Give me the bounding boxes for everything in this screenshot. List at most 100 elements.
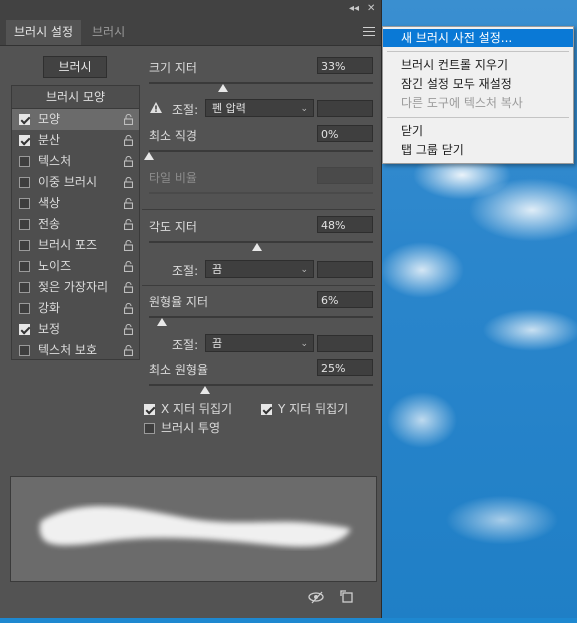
option-checkbox[interactable] (19, 198, 30, 209)
min-diameter-slider-thumb[interactable] (144, 152, 154, 160)
brush-projection-checkbox[interactable]: 브러시 투영 (144, 419, 220, 436)
brush-option-item[interactable]: 전송 (12, 214, 139, 235)
option-checkbox[interactable] (19, 219, 30, 230)
menu-separator (387, 117, 569, 118)
min-diameter-label: 최소 직경 (149, 129, 197, 143)
lock-icon[interactable] (124, 114, 133, 125)
size-control-label: 조절: (172, 103, 199, 117)
option-checkbox[interactable] (19, 261, 30, 272)
tilt-scale-label: 타일 비율 (149, 171, 197, 185)
size-control-value: 펜 압력 (212, 102, 246, 115)
flip-x-checkbox[interactable]: X 지터 뒤집기 (144, 400, 232, 417)
warning-icon (150, 102, 162, 113)
toggle-live-tip-preview-icon[interactable] (307, 590, 325, 604)
roundness-control-select[interactable]: 끔 ⌄ (205, 334, 314, 352)
brush-option-item[interactable]: 이중 브러시 (12, 172, 139, 193)
lock-icon[interactable] (124, 282, 133, 293)
brush-option-item[interactable]: 젖은 가장자리 (12, 277, 139, 298)
roundness-jitter-track[interactable] (149, 316, 373, 318)
roundness-control-input[interactable] (317, 335, 373, 352)
panel-context-menu: 새 브러시 사전 설정... 브러시 컨트롤 지우기 잠긴 설정 모두 재설정 … (382, 26, 574, 164)
panel-title-bar[interactable]: ◂◂ ✕ (0, 0, 381, 20)
tab-brush-settings[interactable]: 브러시 설정 (6, 20, 82, 45)
option-label: 이중 브러시 (38, 175, 98, 189)
tilt-scale-track (149, 192, 373, 194)
brush-tip-shape-item[interactable]: 브러시 모양 (12, 86, 139, 109)
option-checkbox[interactable] (19, 282, 30, 293)
menu-item-reset-all-locked-settings[interactable]: 잠긴 설정 모두 재설정 (383, 75, 573, 93)
menu-item-new-brush-preset[interactable]: 새 브러시 사전 설정... (383, 29, 573, 47)
roundness-jitter-slider-thumb[interactable] (157, 318, 168, 326)
flip-y-checkbox[interactable]: Y 지터 뒤집기 (261, 400, 348, 417)
option-checkbox[interactable] (19, 324, 30, 335)
flip-x-checkbox-box[interactable] (144, 404, 155, 415)
flip-y-checkbox-box[interactable] (261, 404, 272, 415)
option-checkbox[interactable] (19, 303, 30, 314)
angle-control-label: 조절: (172, 264, 199, 278)
brush-option-item[interactable]: 강화 (12, 298, 139, 319)
menu-item-clear-brush-controls[interactable]: 브러시 컨트롤 지우기 (383, 56, 573, 74)
option-checkbox[interactable] (19, 114, 30, 125)
angle-jitter-value[interactable]: 48% (317, 216, 373, 233)
tilt-scale-value (317, 167, 373, 184)
option-label: 분산 (38, 133, 61, 147)
panel-menu-icon[interactable] (363, 24, 375, 39)
lock-icon[interactable] (124, 240, 133, 251)
option-checkbox[interactable] (19, 345, 30, 356)
roundness-jitter-value[interactable]: 6% (317, 291, 373, 308)
brush-option-item[interactable]: 텍스처 (12, 151, 139, 172)
size-control-select[interactable]: 펜 압력 ⌄ (205, 99, 314, 117)
section-divider (142, 285, 375, 286)
min-roundness-track[interactable] (149, 384, 373, 386)
lock-icon[interactable] (124, 198, 133, 209)
option-checkbox[interactable] (19, 156, 30, 167)
size-jitter-value[interactable]: 33% (317, 57, 373, 74)
option-label: 텍스처 보호 (38, 343, 98, 357)
angle-control-input[interactable] (317, 261, 373, 278)
brush-option-item[interactable]: 분산 (12, 130, 139, 151)
min-roundness-slider-thumb[interactable] (200, 386, 210, 394)
lock-icon[interactable] (124, 345, 133, 356)
brush-option-item[interactable]: 색상 (12, 193, 139, 214)
lock-icon[interactable] (124, 177, 133, 188)
lock-icon[interactable] (124, 156, 133, 167)
create-new-brush-icon[interactable] (340, 590, 354, 604)
option-checkbox[interactable] (19, 135, 30, 146)
collapse-double-chevron-icon[interactable]: ◂◂ (349, 3, 359, 14)
brush-projection-checkbox-box[interactable] (144, 423, 155, 434)
option-checkbox[interactable] (19, 240, 30, 251)
size-jitter-label: 크기 지터 (149, 61, 197, 75)
brush-stroke-preview (10, 476, 377, 582)
size-jitter-slider-thumb[interactable] (217, 84, 228, 92)
min-diameter-track[interactable] (149, 150, 373, 152)
lock-icon[interactable] (124, 135, 133, 146)
lock-icon[interactable] (124, 261, 133, 272)
brush-option-item[interactable]: 모양 (12, 109, 139, 130)
min-roundness-value[interactable]: 25% (317, 359, 373, 376)
menu-item-close-tab-group[interactable]: 탭 그룹 닫기 (383, 141, 573, 159)
min-roundness-label: 최소 원형율 (149, 363, 209, 377)
min-diameter-value[interactable]: 0% (317, 125, 373, 142)
tab-brush[interactable]: 브러시 (84, 20, 133, 45)
lock-icon[interactable] (124, 219, 133, 230)
option-label: 보정 (38, 322, 61, 336)
angle-jitter-slider-thumb[interactable] (251, 243, 262, 251)
brush-option-item[interactable]: 보정 (12, 319, 139, 340)
brush-tip-list: 브러시 모양 모양분산텍스처이중 브러시색상 전송브러시 포즈노이즈젖은 가장자리… (11, 85, 140, 360)
option-label: 브러시 포즈 (38, 238, 98, 252)
angle-control-select[interactable]: 끔 ⌄ (205, 260, 314, 278)
chevron-down-icon: ⌄ (300, 339, 308, 349)
size-jitter-track[interactable] (149, 82, 373, 84)
lock-icon[interactable] (124, 303, 133, 314)
menu-item-close[interactable]: 닫기 (383, 122, 573, 140)
lock-icon[interactable] (124, 324, 133, 335)
option-checkbox[interactable] (19, 177, 30, 188)
size-control-input[interactable] (317, 100, 373, 117)
option-label: 젖은 가장자리 (38, 280, 109, 294)
brush-option-item[interactable]: 브러시 포즈 (12, 235, 139, 256)
brush-option-item[interactable]: 텍스처 보호 (12, 340, 139, 361)
brush-option-item[interactable]: 노이즈 (12, 256, 139, 277)
close-icon[interactable]: ✕ (367, 3, 375, 14)
angle-jitter-label: 각도 지터 (149, 220, 197, 234)
brush-presets-button[interactable]: 브러시 (43, 56, 107, 78)
